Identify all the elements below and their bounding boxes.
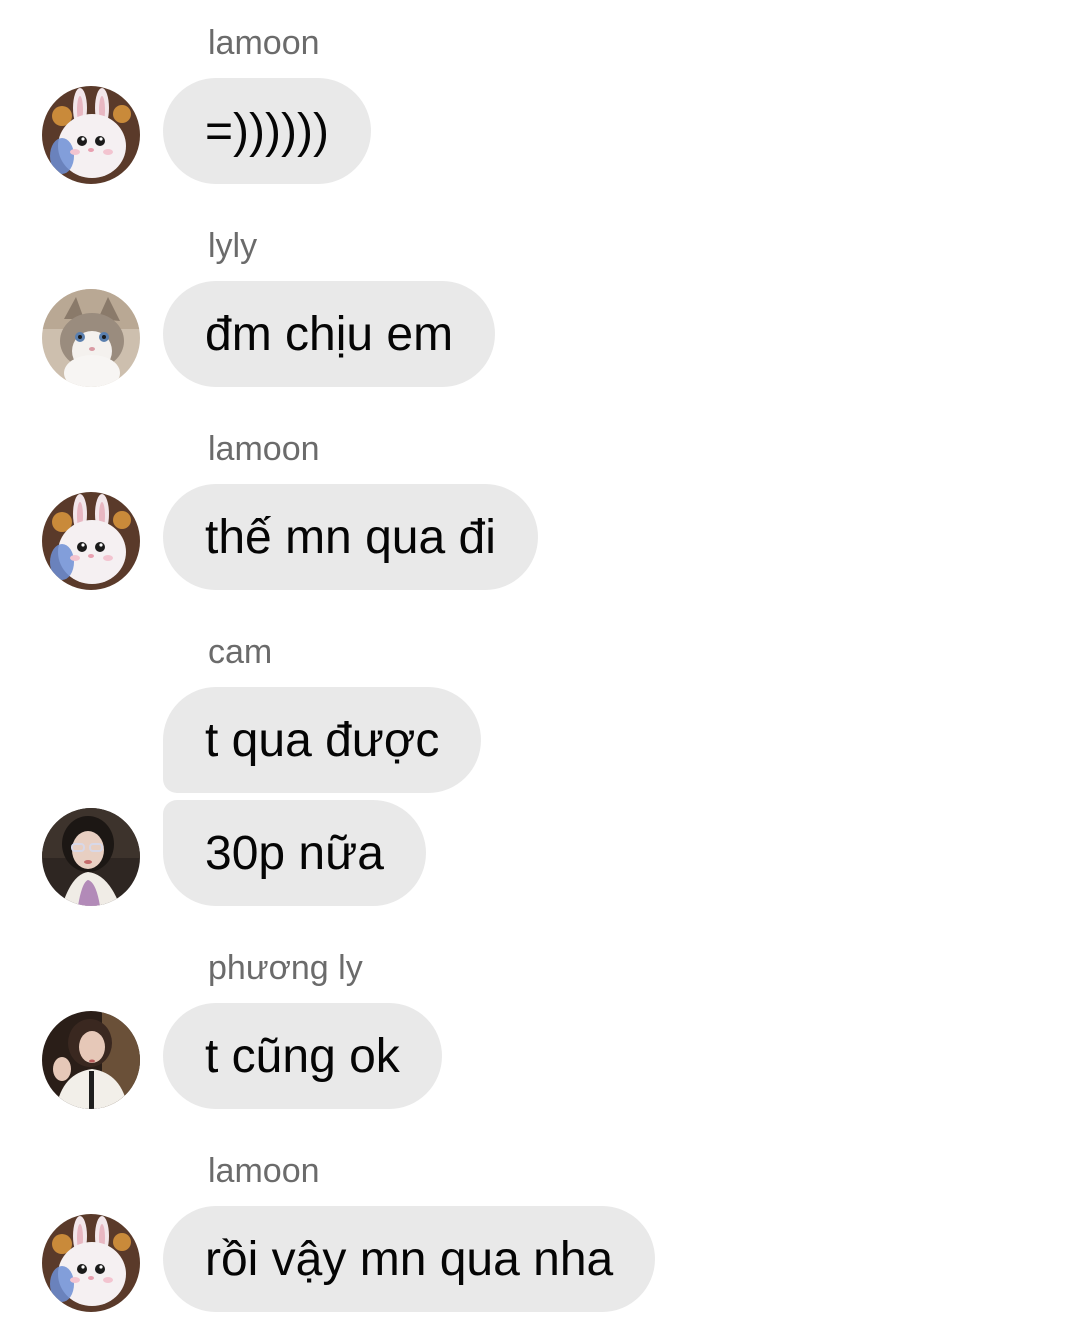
message-text: t qua được [205,713,440,767]
message-text: rồi vậy mn qua nha [205,1232,614,1286]
sender-name: phương ly [208,949,363,987]
message-bubble[interactable]: 30p nữa [163,800,426,906]
cat-avatar-icon [42,289,140,387]
bunny-avatar-icon [42,1214,140,1312]
sender-name: lyly [208,227,258,265]
message-bubble[interactable]: rồi vậy mn qua nha [163,1206,656,1312]
sender-name: lamoon [208,1152,320,1190]
bunny-avatar-icon [42,492,140,590]
message-text: đm chịu em [205,307,454,361]
avatar[interactable] [42,808,140,906]
bunny-avatar-icon [42,86,140,184]
girl-avatar-icon [42,808,140,906]
avatar[interactable] [42,289,140,387]
message-bubble[interactable]: t cũng ok [163,1003,442,1109]
avatar[interactable] [42,1011,140,1109]
message-text: thế mn qua đi [205,510,496,564]
message-text: =)))))) [205,104,329,158]
message-bubble[interactable]: thế mn qua đi [163,484,538,590]
message-bubble[interactable]: =)))))) [163,78,371,184]
sender-name: lamoon [208,430,320,468]
sender-name: cam [208,633,273,671]
girl-avatar-icon [42,1011,140,1109]
message-text: 30p nữa [205,826,384,880]
avatar[interactable] [42,86,140,184]
message-text: t cũng ok [205,1029,400,1083]
avatar[interactable] [42,492,140,590]
avatar[interactable] [42,1214,140,1312]
sender-name: lamoon [208,24,320,62]
message-bubble[interactable]: đm chịu em [163,281,496,387]
message-bubble[interactable]: t qua được [163,687,482,793]
